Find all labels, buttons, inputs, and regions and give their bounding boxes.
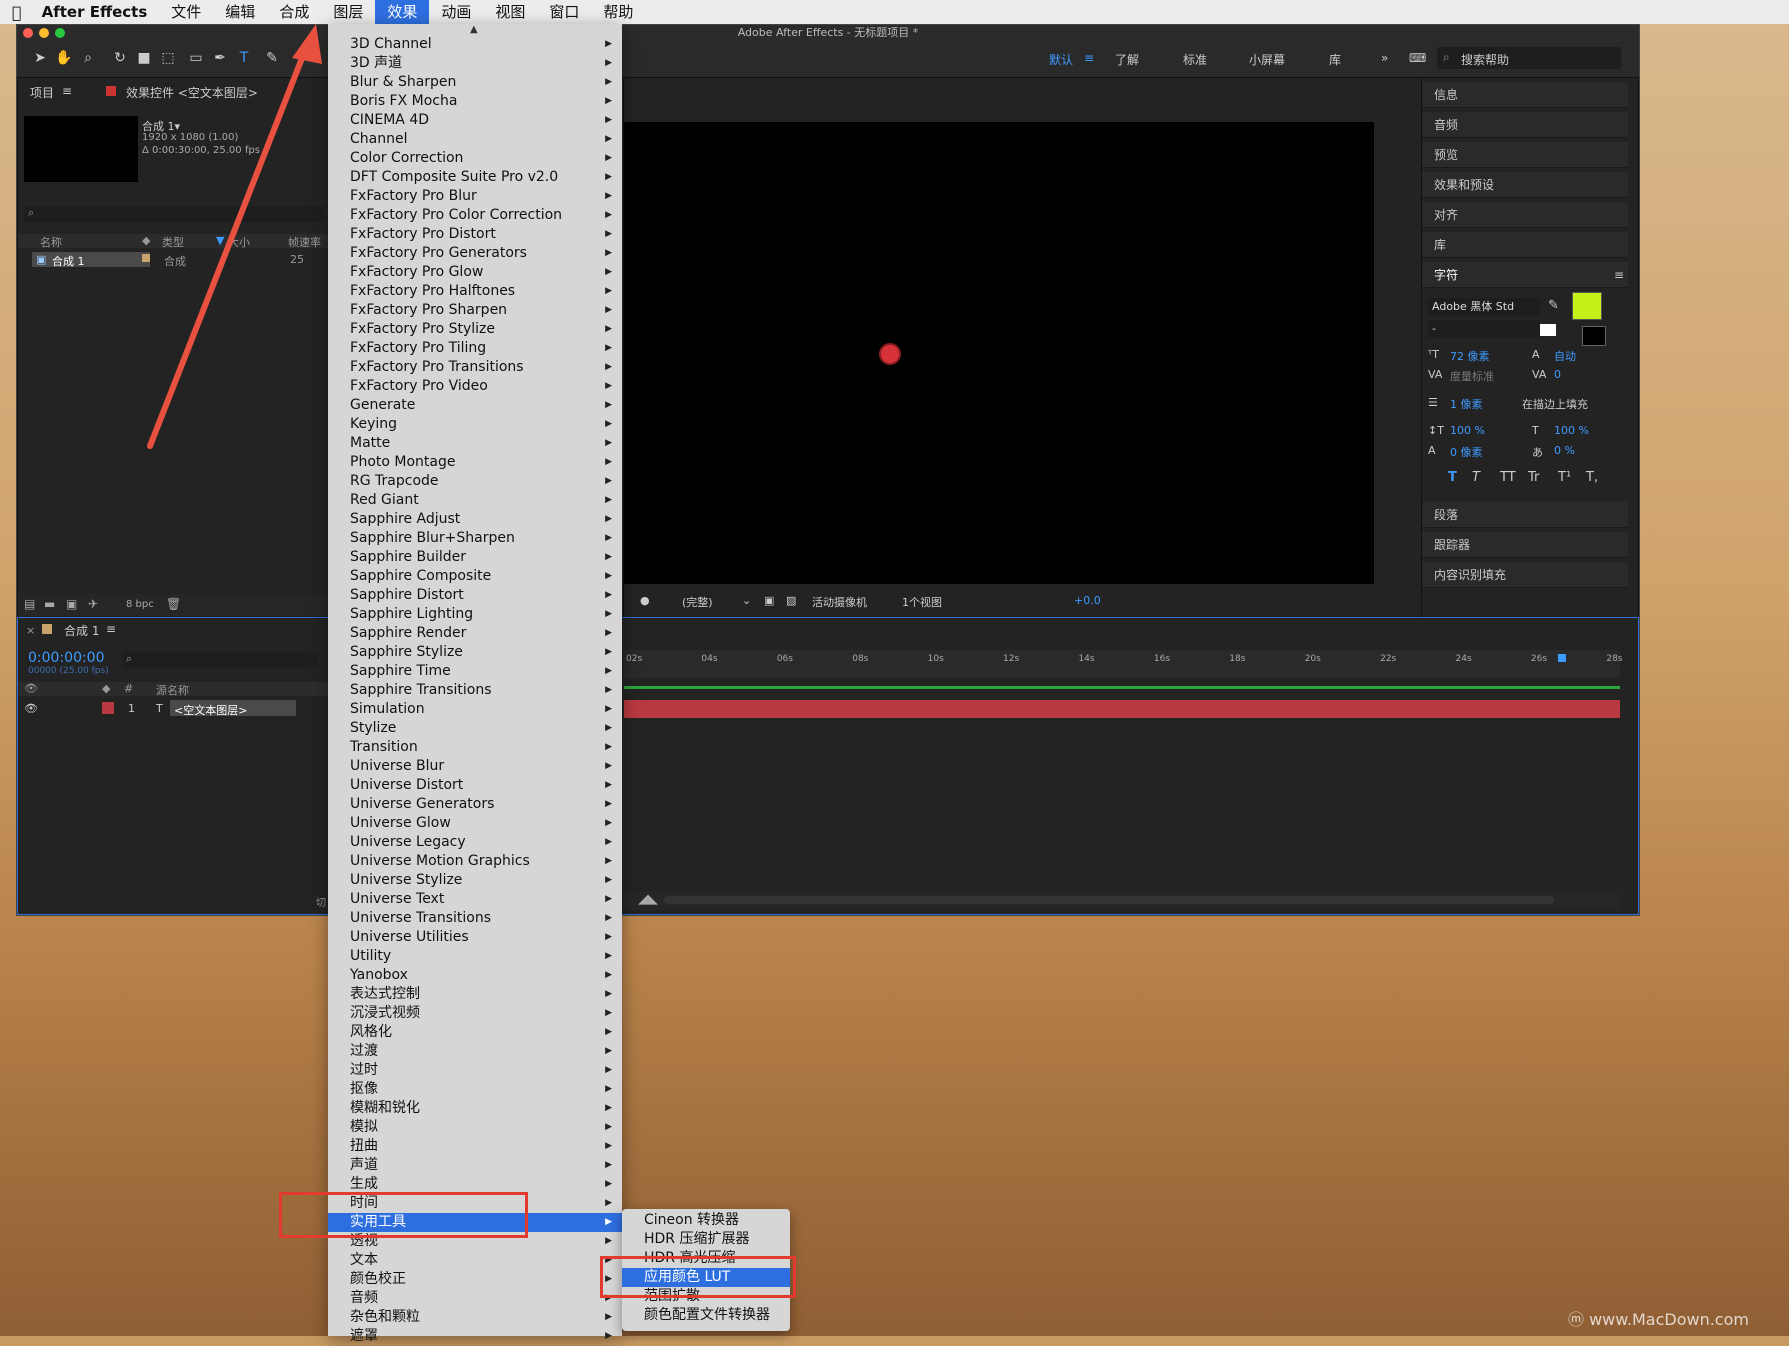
annotation-arrow: [147, 24, 322, 449]
arrow-line: [147, 45, 309, 449]
watermark-logo-icon: ⓜ: [1568, 1310, 1590, 1329]
arrow-head-icon: [292, 24, 322, 64]
watermark: ⓜ www.MacDown.com: [1568, 1306, 1749, 1330]
highlight-box-apply-lut: [600, 1256, 796, 1298]
watermark-text: www.MacDown.com: [1589, 1310, 1749, 1329]
highlight-box-utility: [279, 1192, 528, 1238]
